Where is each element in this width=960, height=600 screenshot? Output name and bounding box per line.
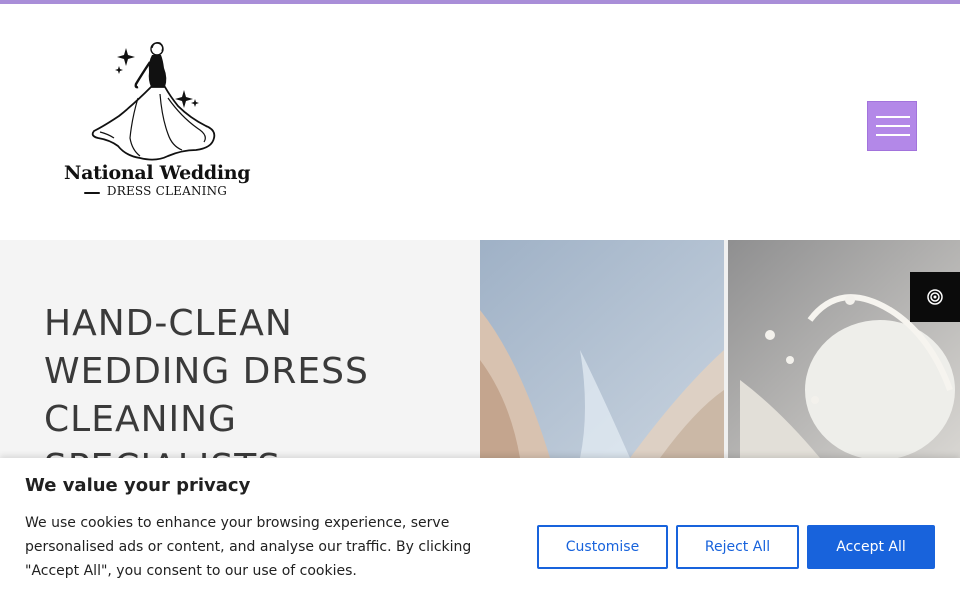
cookie-consent-banner: We value your privacy We use cookies to … <box>0 458 960 600</box>
cookie-title: We value your privacy <box>25 475 251 496</box>
customise-button[interactable]: Customise <box>537 525 668 569</box>
cookie-description: We use cookies to enhance your browsing … <box>25 515 472 579</box>
logo-name-line2: DRESS CLEANING <box>106 184 228 198</box>
accessibility-icon <box>927 289 943 305</box>
accessibility-button[interactable] <box>910 272 960 322</box>
site-header: National Wedding DRESS CLEANING <box>0 4 960 240</box>
bride-silhouette-icon <box>91 41 216 161</box>
menu-button[interactable] <box>867 101 917 151</box>
logo-name-line1: National Wedding <box>64 162 251 184</box>
site-logo[interactable]: National Wedding DRESS CLEANING <box>64 38 251 204</box>
reject-all-button[interactable]: Reject All <box>676 525 799 569</box>
accept-all-button[interactable]: Accept All <box>807 525 935 569</box>
hero-image <box>480 240 960 458</box>
